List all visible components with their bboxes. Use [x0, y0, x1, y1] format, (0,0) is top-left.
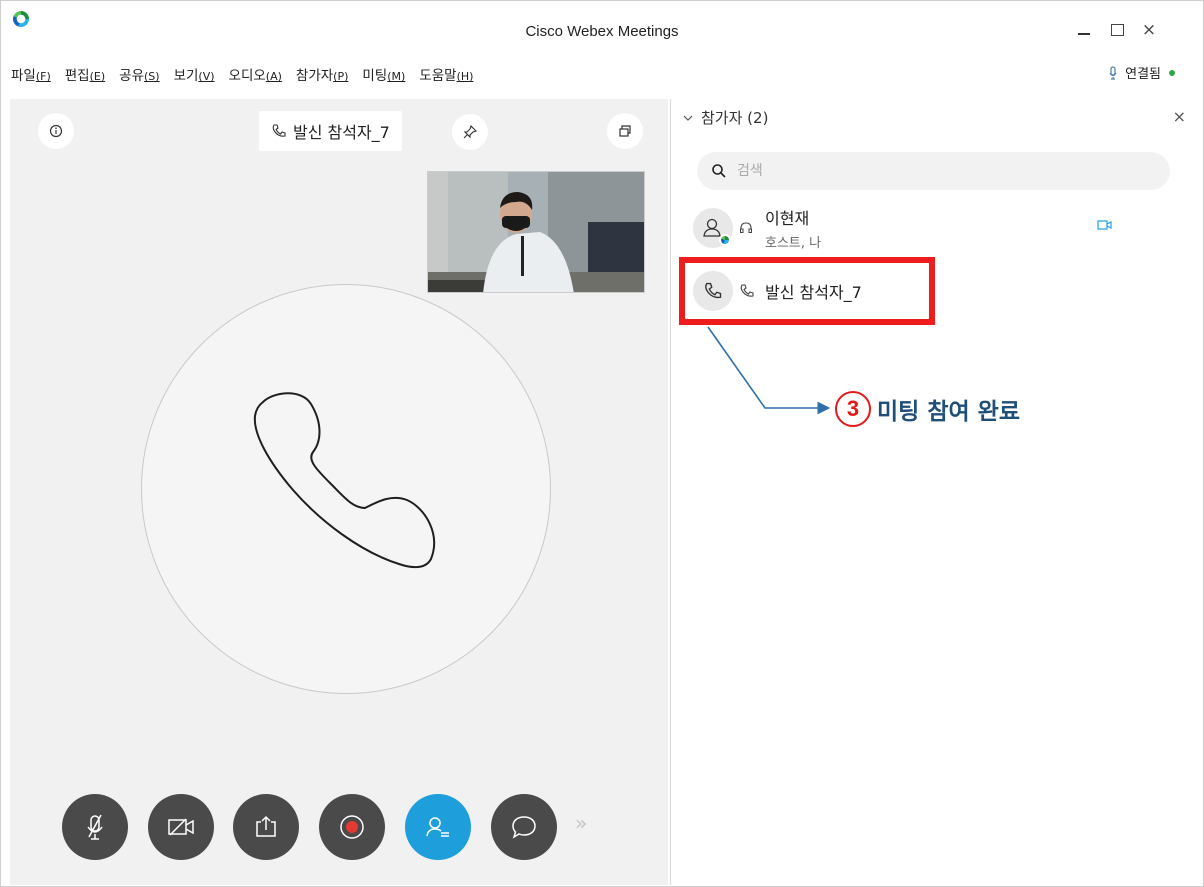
callout-arrow — [707, 326, 831, 415]
webex-window: Cisco Webex Meetings × 파일(F) 편집(E) 공유(S)… — [0, 0, 1204, 887]
step-number-badge: 3 — [835, 391, 871, 427]
step-label: 미팅 참여 완료 — [877, 399, 1020, 425]
step-callout: 3 미팅 참여 완료 — [835, 391, 1020, 427]
